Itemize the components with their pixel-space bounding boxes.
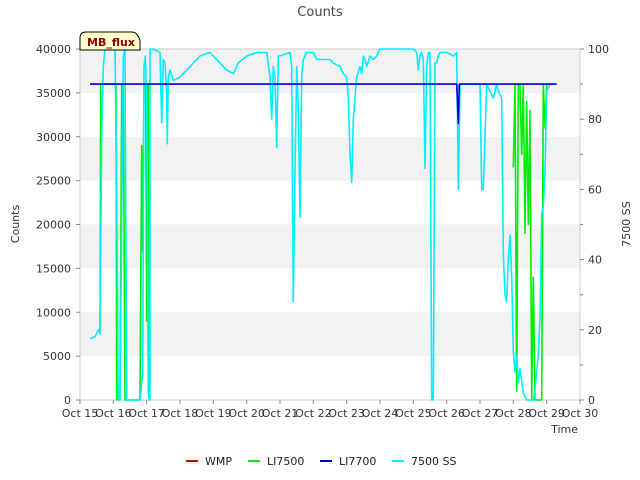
- y2-tick-label: 20: [588, 324, 602, 337]
- y-axis-title: Counts: [9, 205, 22, 244]
- y-tick-label: 25000: [36, 175, 71, 188]
- legend-label-li7500: LI7500: [267, 455, 304, 468]
- y2-tick-label: 60: [588, 183, 602, 196]
- legend-label-7500-ss: 7500 SS: [411, 455, 456, 468]
- grid-band: [80, 49, 580, 93]
- grid-bands: [80, 49, 580, 357]
- grid-band: [80, 224, 580, 269]
- y2-tick-label: 80: [588, 113, 602, 126]
- site-badge-label: MB_flux: [87, 36, 135, 49]
- y-tick-label: 5000: [43, 350, 71, 363]
- y-tick-label: 30000: [36, 131, 71, 144]
- grid-band: [80, 136, 580, 181]
- y-tick-label: 35000: [36, 87, 71, 100]
- x-tick-label: Oct 26: [428, 407, 465, 420]
- x-tick-label: Oct 23: [328, 407, 365, 420]
- legend-label-wmp: WMP: [205, 455, 232, 468]
- y-tick-label: 20000: [36, 219, 71, 232]
- legend-label-li7700: LI7700: [339, 455, 376, 468]
- legend: WMP LI7500 LI7700 7500 SS: [186, 455, 456, 468]
- x-tick-label: Oct 19: [195, 407, 232, 420]
- x-tick-label: Oct 29: [528, 407, 565, 420]
- x-tick-label: Oct 28: [495, 407, 532, 420]
- y-tick-label: 0: [64, 394, 71, 407]
- x-tick-label: Oct 24: [362, 407, 399, 420]
- x-tick-label: Oct 30: [562, 407, 599, 420]
- x-tick-label: Oct 21: [262, 407, 299, 420]
- y-tick-label: 15000: [36, 262, 71, 275]
- x-tick-label: Oct 18: [162, 407, 199, 420]
- counts-chart: Oct 15Oct 16Oct 17Oct 18Oct 19Oct 20Oct …: [9, 5, 633, 468]
- site-badge: MB_flux: [79, 31, 141, 51]
- y-axis-right: 0 20 40 60 80 100: [580, 43, 609, 407]
- x-tick-label: Oct 27: [462, 407, 499, 420]
- y2-tick-label: 100: [588, 43, 609, 56]
- x-tick-label: Oct 16: [95, 407, 132, 420]
- y-tick-label: 40000: [36, 43, 71, 56]
- grid-band: [80, 312, 580, 357]
- y2-tick-label: 0: [588, 394, 595, 407]
- y-axis-left: 0 5000 10000 15000 20000 25000 30000 35000 40000: [36, 43, 80, 407]
- x-axis: Oct 15Oct 16Oct 17Oct 18Oct 19Oct 20Oct …: [62, 400, 599, 420]
- x-tick-label: Oct 17: [128, 407, 165, 420]
- y-tick-label: 10000: [36, 306, 71, 319]
- x-tick-label: Oct 15: [62, 407, 99, 420]
- x-tick-label: Oct 25: [395, 407, 432, 420]
- x-tick-label: Oct 22: [295, 407, 332, 420]
- chart-title: Counts: [297, 5, 343, 20]
- x-axis-title: Time: [550, 423, 578, 436]
- y2-tick-label: 40: [588, 254, 602, 267]
- y2-axis-title: 7500 SS: [620, 201, 633, 246]
- x-tick-label: Oct 20: [228, 407, 265, 420]
